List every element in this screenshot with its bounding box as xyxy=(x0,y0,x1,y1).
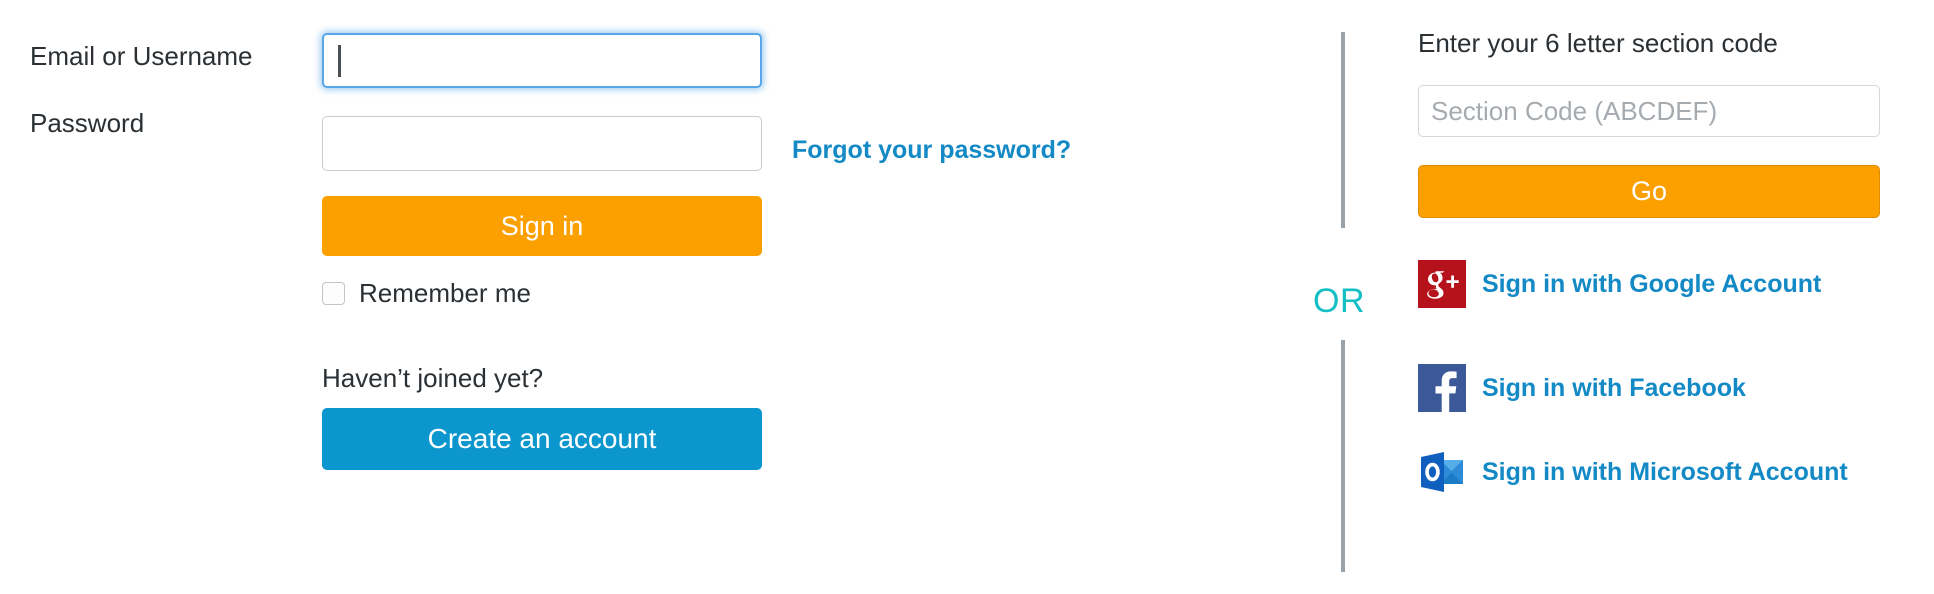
remember-me-checkbox[interactable] xyxy=(322,281,345,305)
divider-line-bottom xyxy=(1341,340,1345,572)
signin-facebook-label: Sign in with Facebook xyxy=(1482,373,1746,402)
login-panel: Email or Username Password Forgot your p… xyxy=(0,0,1330,594)
section-code-heading: Enter your 6 letter section code xyxy=(1418,28,1778,58)
password-input[interactable] xyxy=(322,116,762,171)
divider-line-top xyxy=(1341,32,1345,228)
or-separator-label: OR xyxy=(1313,282,1365,320)
text-caret xyxy=(338,45,341,77)
remember-me-label: Remember me xyxy=(359,278,531,308)
outlook-icon xyxy=(1421,452,1463,492)
password-label: Password xyxy=(30,108,145,138)
email-label: Email or Username xyxy=(30,41,253,71)
havent-joined-text: Haven’t joined yet? xyxy=(322,363,544,393)
create-account-button[interactable]: Create an account xyxy=(322,408,762,470)
forgot-password-link[interactable]: Forgot your password? xyxy=(792,136,1071,165)
google-plus-icon xyxy=(1418,260,1466,308)
section-code-input[interactable] xyxy=(1418,85,1880,137)
signin-page: Email or Username Password Forgot your p… xyxy=(0,0,1934,594)
signin-google-label: Sign in with Google Account xyxy=(1482,269,1822,298)
sign-in-button[interactable]: Sign in xyxy=(322,196,762,256)
right-panel: Enter your 6 letter section code Go Sign… xyxy=(1418,0,1934,594)
signin-microsoft-button[interactable]: Sign in with Microsoft Account xyxy=(1418,448,1848,496)
signin-google-button[interactable]: Sign in with Google Account xyxy=(1418,260,1821,308)
signin-facebook-button[interactable]: Sign in with Facebook xyxy=(1418,364,1746,412)
email-input[interactable] xyxy=(322,33,762,88)
go-button[interactable]: Go xyxy=(1418,165,1880,218)
remember-me-row[interactable]: Remember me xyxy=(322,280,531,306)
facebook-icon xyxy=(1418,364,1466,412)
signin-microsoft-label: Sign in with Microsoft Account xyxy=(1482,457,1848,486)
